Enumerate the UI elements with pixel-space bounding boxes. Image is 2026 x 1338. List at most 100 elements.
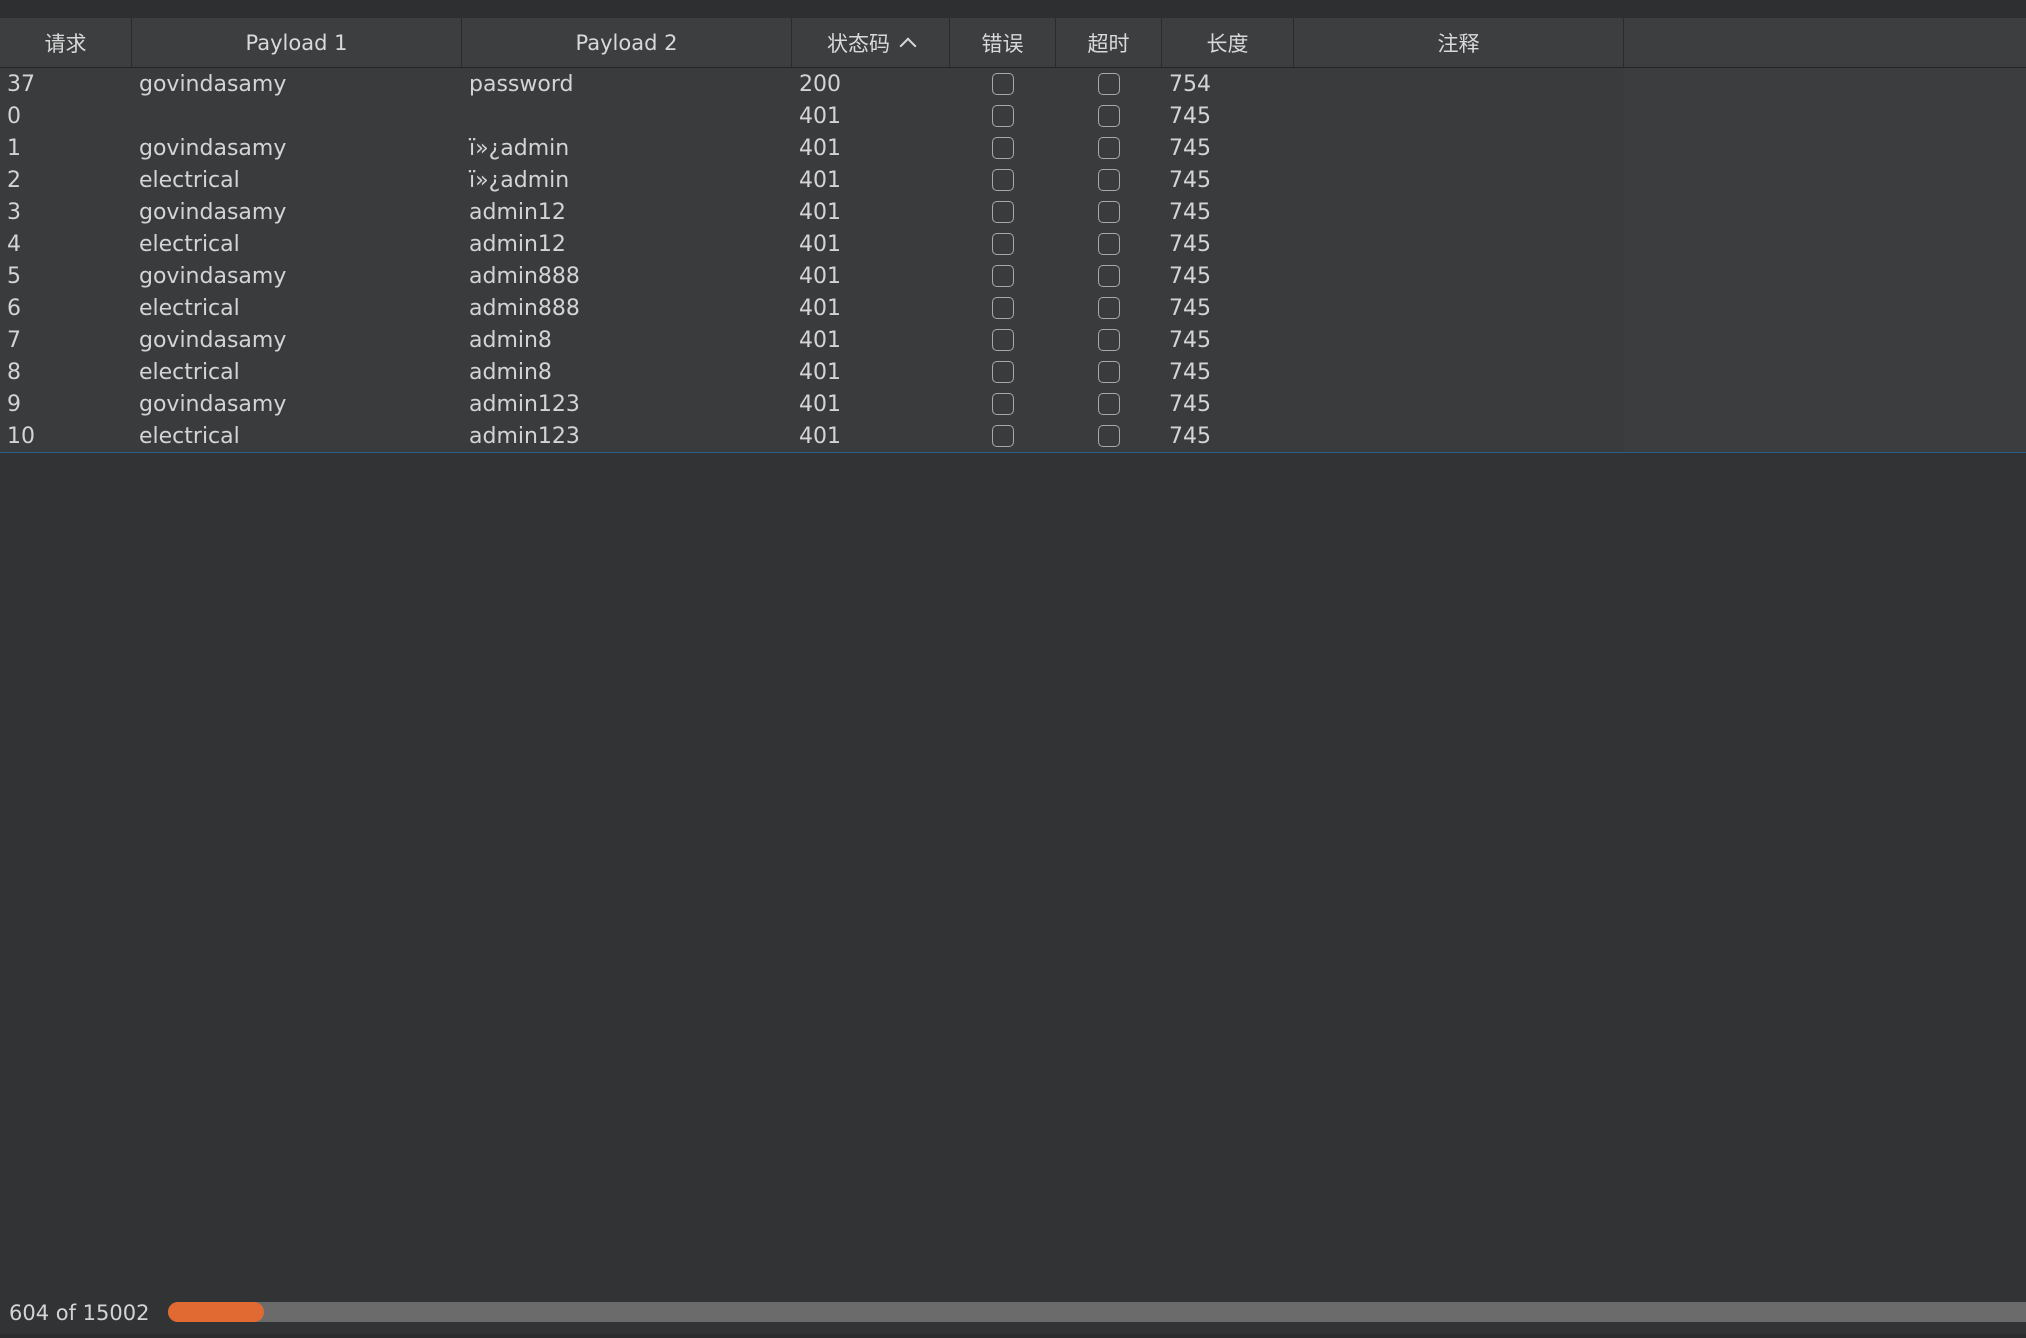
- cell-status: 401: [799, 391, 841, 417]
- cell-timeout: [1056, 233, 1162, 255]
- cell-payload2: ï»¿admin: [469, 135, 570, 161]
- cell-status: 401: [799, 295, 841, 321]
- cell-request: 9: [7, 391, 21, 417]
- cell-timeout: [1056, 425, 1162, 447]
- table-row[interactable]: 9 govindasamy admin123 401 745: [0, 388, 1624, 420]
- table-row[interactable]: 4 electrical admin12 401 745: [0, 228, 1624, 260]
- cell-request: 2: [7, 167, 21, 193]
- cell-length: 745: [1169, 423, 1211, 449]
- timeout-checkbox[interactable]: [1098, 169, 1120, 191]
- cell-length: 745: [1169, 359, 1211, 385]
- cell-timeout: [1056, 201, 1162, 223]
- timeout-checkbox[interactable]: [1098, 393, 1120, 415]
- error-checkbox[interactable]: [992, 105, 1014, 127]
- cell-status: 401: [799, 423, 841, 449]
- cell-payload2: admin12: [469, 199, 566, 225]
- column-header-payload-1[interactable]: Payload 1: [132, 18, 462, 67]
- table-row[interactable]: 7 govindasamy admin8 401 745: [0, 324, 1624, 356]
- timeout-checkbox[interactable]: [1098, 201, 1120, 223]
- cell-payload1: electrical: [139, 359, 240, 385]
- error-checkbox[interactable]: [992, 201, 1014, 223]
- table-row[interactable]: 2 electrical ï»¿admin 401 745: [0, 164, 1624, 196]
- cell-request: 1: [7, 135, 21, 161]
- timeout-checkbox[interactable]: [1098, 105, 1120, 127]
- error-checkbox[interactable]: [992, 329, 1014, 351]
- column-header-length[interactable]: 长度: [1162, 18, 1294, 67]
- table-row[interactable]: 5 govindasamy admin888 401 745: [0, 260, 1624, 292]
- cell-request: 3: [7, 199, 21, 225]
- cell-payload2: admin123: [469, 423, 580, 449]
- table-row[interactable]: 1 govindasamy ï»¿admin 401 745: [0, 132, 1624, 164]
- cell-length: 745: [1169, 263, 1211, 289]
- column-header-error[interactable]: 错误: [950, 18, 1056, 67]
- column-header-request[interactable]: 请求: [0, 18, 132, 67]
- cell-error: [950, 73, 1056, 95]
- cell-status: 401: [799, 263, 841, 289]
- table-row[interactable]: 37 govindasamy password 200 754: [0, 68, 1624, 100]
- cell-status: 401: [799, 231, 841, 257]
- column-header-payload-2[interactable]: Payload 2: [462, 18, 792, 67]
- table-row[interactable]: 10 electrical admin123 401 745: [0, 420, 1624, 452]
- cell-status: 200: [799, 71, 841, 97]
- column-header-comment[interactable]: 注释: [1294, 18, 1624, 67]
- cell-status: 401: [799, 327, 841, 353]
- error-checkbox[interactable]: [992, 425, 1014, 447]
- error-checkbox[interactable]: [992, 393, 1014, 415]
- cell-request: 10: [7, 423, 35, 449]
- error-checkbox[interactable]: [992, 137, 1014, 159]
- table-row[interactable]: 0 401 745: [0, 100, 1624, 132]
- table-row[interactable]: 8 electrical admin8 401 745: [0, 356, 1624, 388]
- cell-payload2: admin888: [469, 263, 580, 289]
- cell-timeout: [1056, 329, 1162, 351]
- error-checkbox[interactable]: [992, 265, 1014, 287]
- timeout-checkbox[interactable]: [1098, 265, 1120, 287]
- timeout-checkbox[interactable]: [1098, 329, 1120, 351]
- cell-payload2: admin8: [469, 327, 552, 353]
- cell-error: [950, 201, 1056, 223]
- cell-timeout: [1056, 297, 1162, 319]
- cell-error: [950, 297, 1056, 319]
- cell-length: 745: [1169, 295, 1211, 321]
- timeout-checkbox[interactable]: [1098, 233, 1120, 255]
- table-body: 37 govindasamy password 200 754 0 401 745 1 govin…: [0, 68, 1624, 452]
- cell-payload2: admin888: [469, 295, 580, 321]
- error-checkbox[interactable]: [992, 233, 1014, 255]
- cell-error: [950, 393, 1056, 415]
- table-header: 请求 Payload 1 Payload 2 状态码 错误 超时 长度 注释: [0, 18, 2026, 68]
- timeout-checkbox[interactable]: [1098, 425, 1120, 447]
- cell-status: 401: [799, 135, 841, 161]
- column-header-empty: [1624, 18, 2026, 67]
- cell-payload1: govindasamy: [139, 199, 287, 225]
- cell-request: 8: [7, 359, 21, 385]
- cell-error: [950, 329, 1056, 351]
- cell-timeout: [1056, 73, 1162, 95]
- column-header-status-code[interactable]: 状态码: [792, 18, 950, 67]
- cell-length: 745: [1169, 199, 1211, 225]
- error-checkbox[interactable]: [992, 361, 1014, 383]
- timeout-checkbox[interactable]: [1098, 297, 1120, 319]
- cell-length: 745: [1169, 167, 1211, 193]
- cell-error: [950, 361, 1056, 383]
- table-row[interactable]: 3 govindasamy admin12 401 745: [0, 196, 1624, 228]
- table-row[interactable]: 6 electrical admin888 401 745: [0, 292, 1624, 324]
- cell-length: 745: [1169, 231, 1211, 257]
- timeout-checkbox[interactable]: [1098, 73, 1120, 95]
- cell-length: 745: [1169, 391, 1211, 417]
- timeout-checkbox[interactable]: [1098, 137, 1120, 159]
- cell-payload1: electrical: [139, 423, 240, 449]
- cell-payload2: password: [469, 71, 574, 97]
- column-header-timeout[interactable]: 超时: [1056, 18, 1162, 67]
- cell-timeout: [1056, 137, 1162, 159]
- error-checkbox[interactable]: [992, 297, 1014, 319]
- cell-length: 754: [1169, 71, 1211, 97]
- cell-payload2: ï»¿admin: [469, 167, 570, 193]
- cell-payload1: govindasamy: [139, 263, 287, 289]
- table-empty-area: [1624, 68, 2026, 452]
- error-checkbox[interactable]: [992, 169, 1014, 191]
- cell-request: 6: [7, 295, 21, 321]
- bottom-border: [0, 1334, 2026, 1338]
- error-checkbox[interactable]: [992, 73, 1014, 95]
- cell-length: 745: [1169, 135, 1211, 161]
- timeout-checkbox[interactable]: [1098, 361, 1120, 383]
- cell-length: 745: [1169, 103, 1211, 129]
